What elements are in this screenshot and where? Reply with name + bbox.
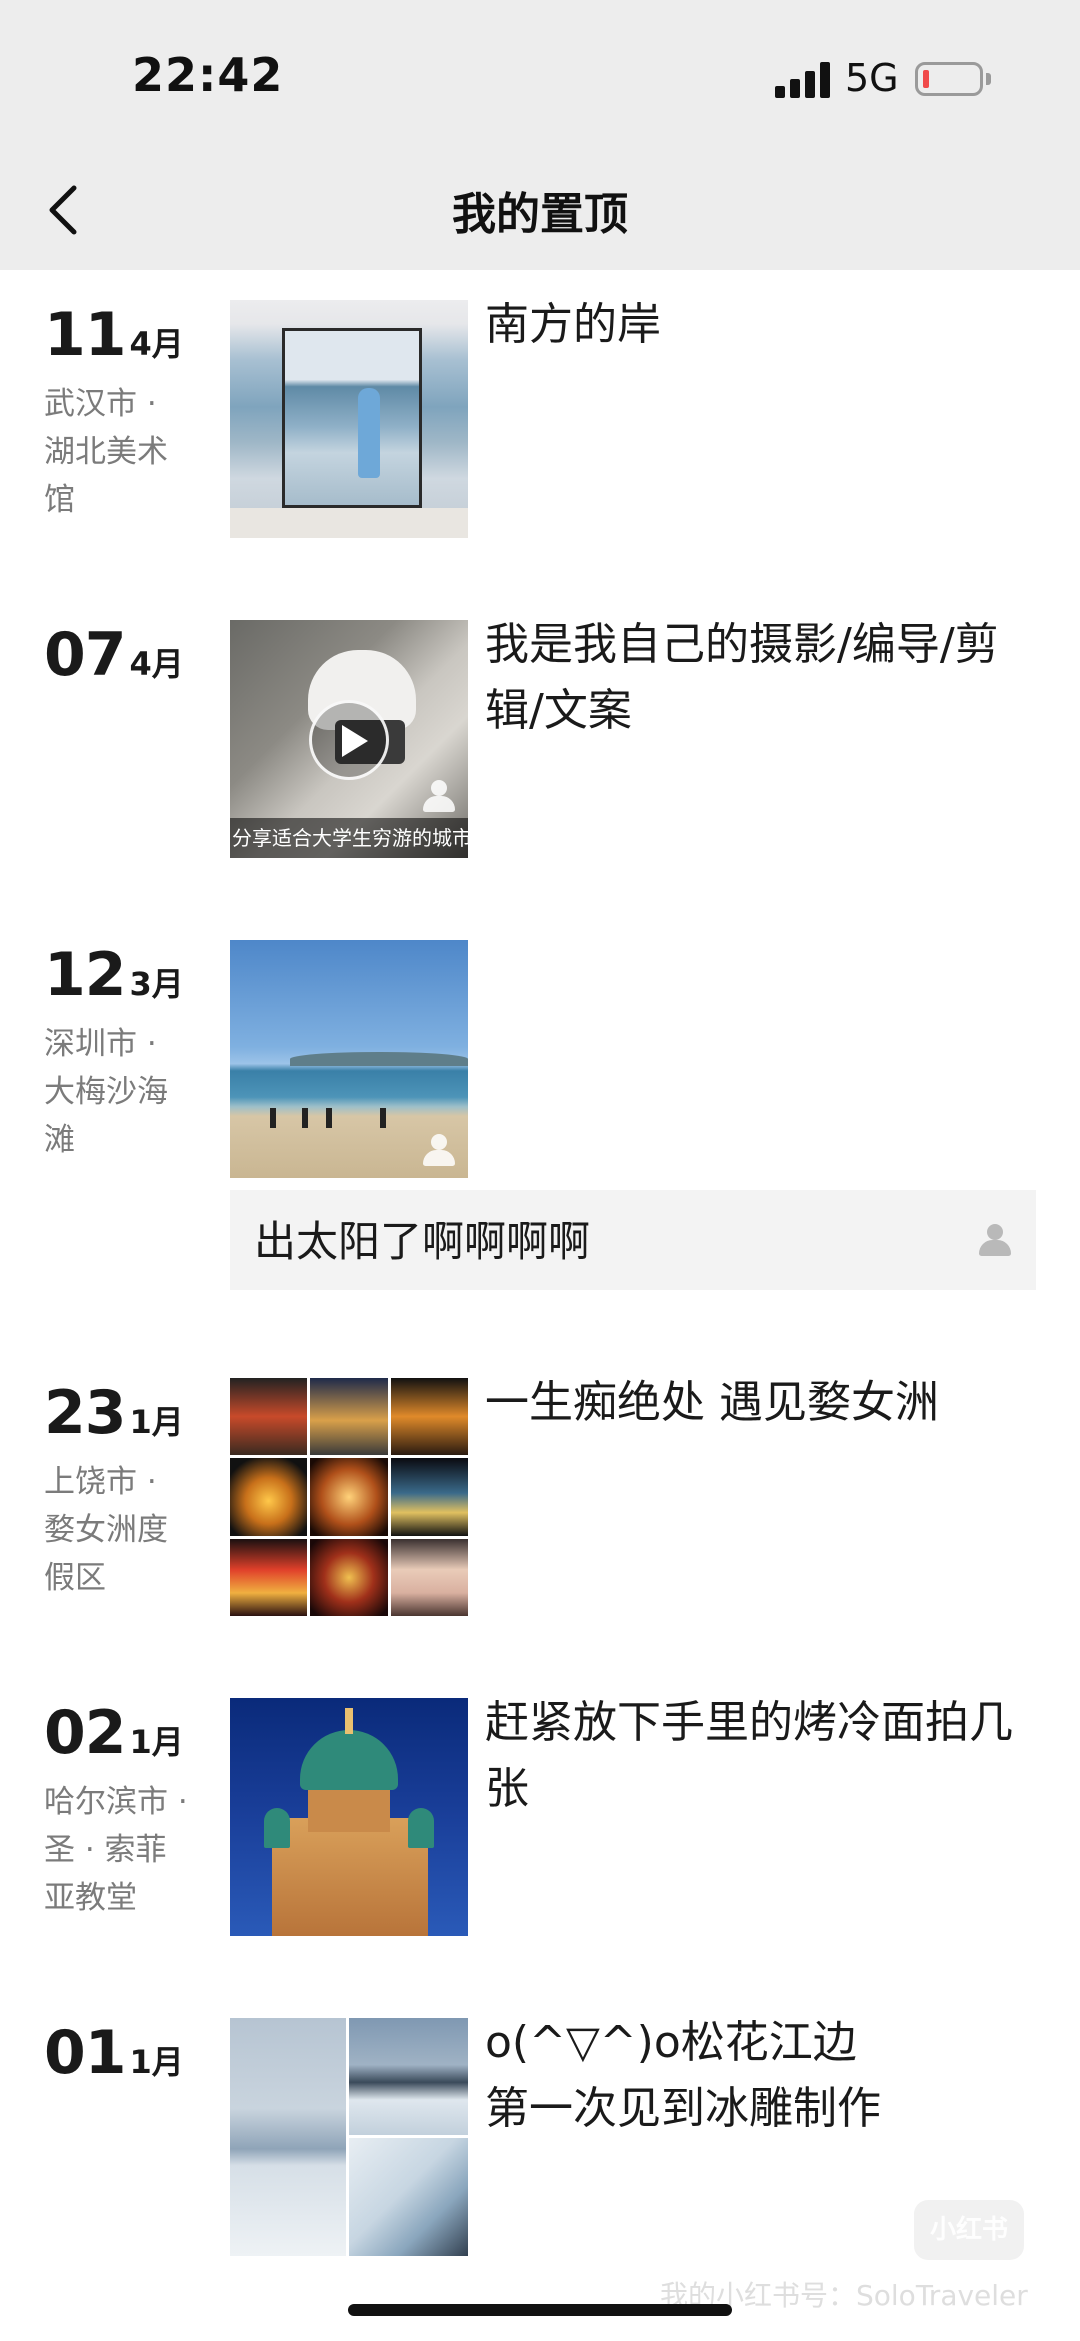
battery-tip [986,73,991,85]
entry-photo[interactable] [230,940,468,1178]
entry-text: 赶紧放下手里的烤冷面拍几张 [485,1697,1013,1814]
entry-location: 哈尔滨市 · 圣 · 索菲亚教堂 [44,1784,188,1916]
entry-text: 一生痴绝处 遇见婺女洲 [485,1377,939,1428]
comment-text: 出太阳了啊啊啊啊 [254,1217,591,1266]
entry-location: 武汉市 · 湖北美术馆 [44,386,168,518]
church-spire [345,1708,353,1734]
page-title: 我的置顶 [452,189,628,240]
person [270,1108,276,1128]
entry-day: 07 [44,620,126,690]
entry-month: 4月 [129,645,184,683]
battery-icon [915,62,983,96]
entry-text: 我是我自己的摄影/编导/剪辑/文案 [485,619,999,736]
entry-day: 11 [44,300,126,370]
figure [358,388,380,478]
entry-month: 1月 [129,1723,184,1761]
entry-photo[interactable] [230,300,468,538]
distant-hill [290,1052,468,1066]
church-tower [408,1808,434,1848]
church-tower [264,1808,290,1848]
grid-photo [390,1538,468,1616]
collage-photo [349,2138,468,2256]
entry-photo-grid[interactable] [230,1378,468,1616]
grid-photo [390,1378,468,1456]
grid-photo [390,1458,468,1536]
entry-month: 4月 [129,325,184,363]
entry-day: 01 [44,2018,126,2088]
play-icon[interactable] [309,700,389,780]
network-label: 5G [845,56,899,100]
user-icon [976,1224,1014,1258]
grid-photo [230,1458,308,1536]
entry-location: 上饶市 · 婺女洲度假区 [44,1464,168,1596]
entry-location: 深圳市 · 大梅沙海滩 [44,1026,168,1158]
entry-text: o(^▽^)o松花江边 第一次见到冰雕制作 [485,2017,881,2134]
text-moment-bar[interactable]: 出太阳了啊啊啊啊 [230,1190,1036,1290]
user-icon [420,780,458,814]
entry-month: 3月 [129,965,184,1003]
user-icon [420,1134,458,1168]
status-time: 22:42 [132,48,284,102]
entry-date: 11 4月 [44,300,184,370]
person [380,1108,386,1128]
collage-photo [349,2018,468,2135]
entry-month: 1月 [129,1403,184,1441]
grid-photo [310,1458,388,1536]
entry-day: 02 [44,1698,126,1768]
grid-photo [230,1538,308,1616]
person [326,1108,332,1128]
entry-photo[interactable] [230,1698,468,1936]
entry-month: 1月 [129,2043,184,2081]
signal-icon [775,62,831,98]
top-header: 22:42 5G 我的置顶 [0,0,1080,270]
collage-photo [230,2018,346,2256]
painting-frame [282,328,422,508]
entry-date: 12 3月 [44,940,184,1010]
home-indicator[interactable] [348,2304,732,2316]
person [302,1108,308,1128]
entry-date: 23 1月 [44,1378,184,1448]
video-caption: 分享适合大学生穷游的城市 [230,818,468,858]
floor [230,508,468,538]
entry-text: 南方的岸 [485,299,661,350]
entry-date: 02 1月 [44,1698,184,1768]
watermark-logo: 小红书 [914,2200,1024,2260]
church-body [272,1818,428,1936]
entry-photo-collage[interactable] [230,2018,468,2256]
grid-photo [310,1378,388,1456]
grid-photo [310,1538,388,1616]
entry-date: 01 1月 [44,2018,184,2088]
church-dome [300,1730,398,1790]
entry-video[interactable]: 分享适合大学生穷游的城市 [230,620,468,858]
entry-day: 12 [44,940,126,1010]
entry-date: 07 4月 [44,620,184,690]
entry-day: 23 [44,1378,126,1448]
grid-photo [230,1378,308,1456]
